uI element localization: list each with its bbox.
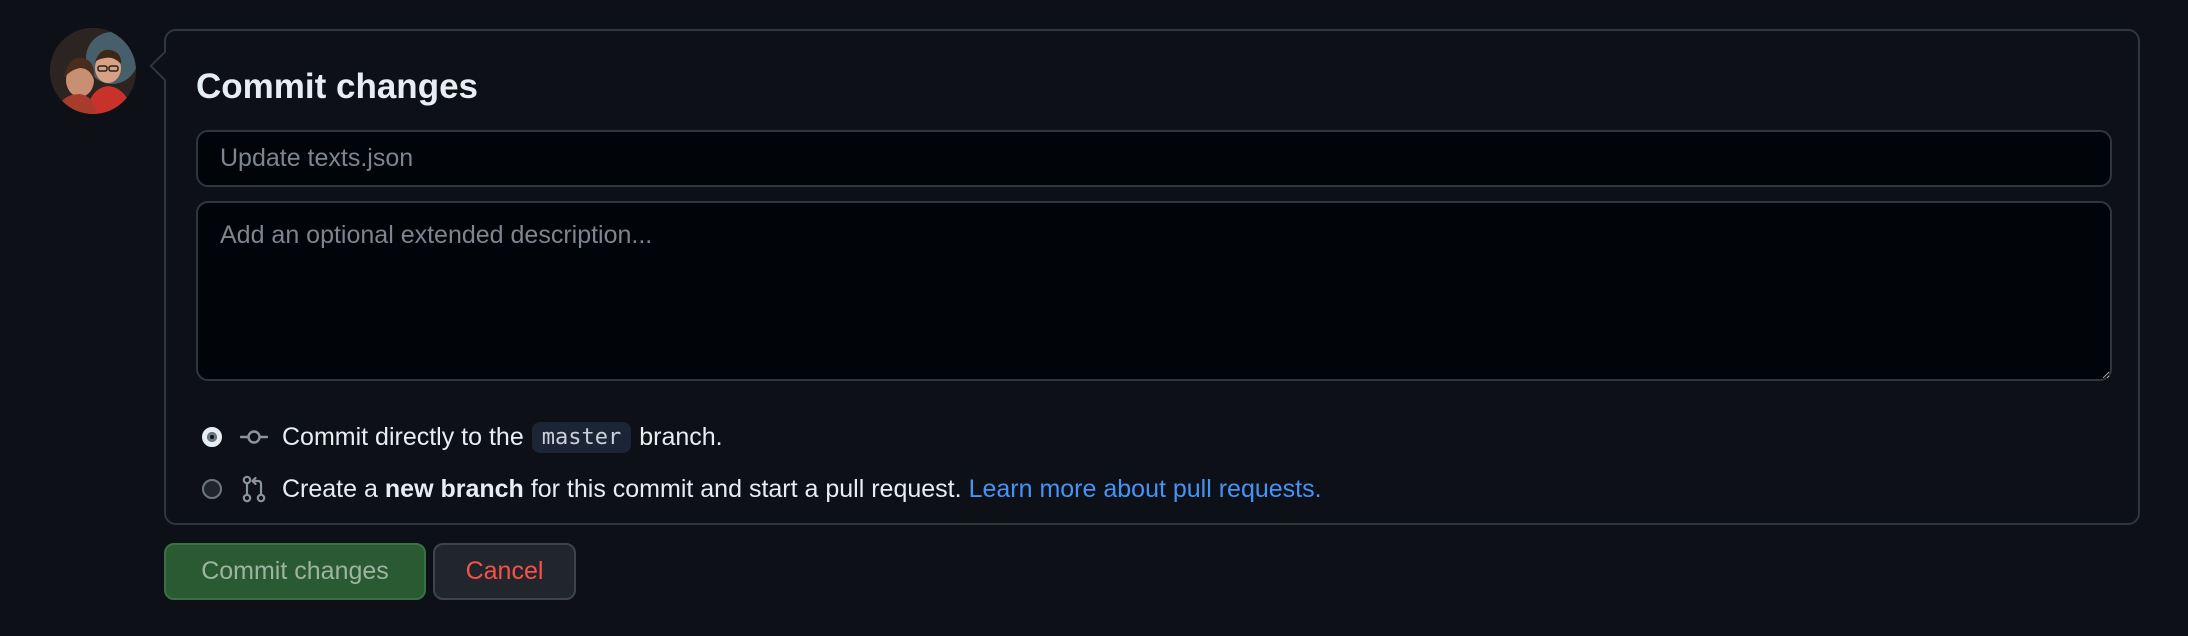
branch-name-chip: master <box>531 421 632 453</box>
new-branch-text-prefix: Create a <box>282 474 378 503</box>
git-commit-icon <box>240 423 268 451</box>
cancel-button[interactable]: Cancel <box>433 543 576 600</box>
option-commit-direct[interactable]: Commit directly to the master branch. <box>202 419 723 455</box>
commit-changes-button[interactable]: Commit changes <box>164 543 426 600</box>
new-branch-text-bold: new branch <box>384 474 524 503</box>
form-title: Commit changes <box>196 67 478 106</box>
git-pull-request-icon <box>240 475 268 503</box>
new-branch-text-suffix: for this commit and start a pull request… <box>530 474 962 503</box>
commit-form-panel: Commit changes Commit directly to the ma… <box>149 29 2140 525</box>
option-new-branch[interactable]: Create a new branch for this commit and … <box>202 471 1322 507</box>
radio-commit-direct[interactable] <box>202 427 222 447</box>
commit-summary-input[interactable] <box>196 130 2112 187</box>
radio-new-branch[interactable] <box>202 479 222 499</box>
commit-direct-text-suffix: branch. <box>639 422 723 451</box>
panel-caret <box>149 50 181 82</box>
commit-description-textarea[interactable] <box>196 201 2112 381</box>
learn-more-pull-requests-link[interactable]: Learn more about pull requests. <box>969 475 1322 504</box>
commit-direct-text-prefix: Commit directly to the <box>282 422 524 451</box>
user-avatar[interactable] <box>50 28 136 114</box>
